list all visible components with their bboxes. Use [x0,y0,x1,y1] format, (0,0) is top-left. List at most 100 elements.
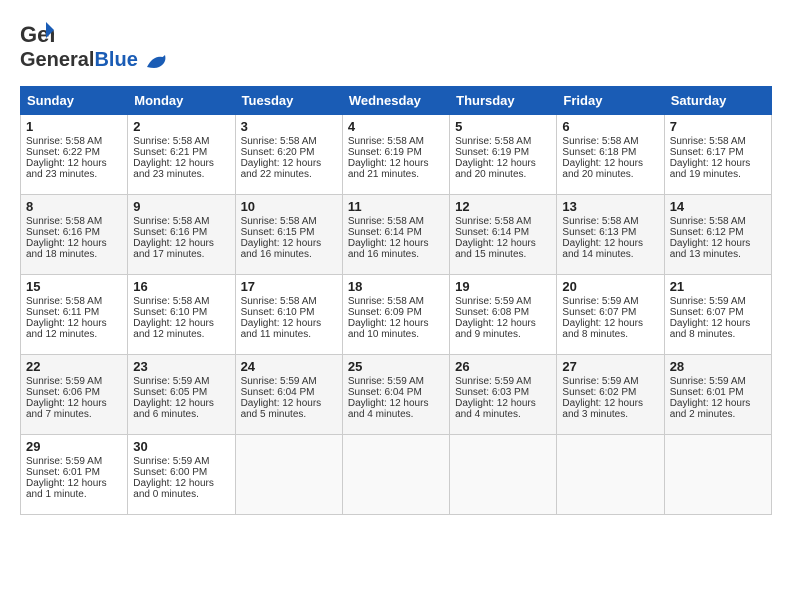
day-info: Sunset: 6:07 PM [562,307,658,318]
day-info: Sunset: 6:09 PM [348,307,444,318]
day-info: and 8 minutes. [562,329,658,340]
day-info: Daylight: 12 hours [455,238,551,249]
calendar-cell [342,435,449,515]
day-number: 16 [133,279,229,294]
day-number: 25 [348,359,444,374]
day-info: and 4 minutes. [455,409,551,420]
day-info: and 21 minutes. [348,169,444,180]
page-header: General GeneralBlue [20,20,772,70]
logo-general: General [20,49,94,71]
day-info: and 14 minutes. [562,249,658,260]
day-number: 3 [241,119,337,134]
day-number: 4 [348,119,444,134]
day-info: Sunset: 6:15 PM [241,227,337,238]
day-info: Sunset: 6:02 PM [562,387,658,398]
day-info: Daylight: 12 hours [241,158,337,169]
calendar-cell: 7Sunrise: 5:58 AMSunset: 6:17 PMDaylight… [664,115,771,195]
day-info: Sunrise: 5:58 AM [670,216,766,227]
day-info: Sunset: 6:03 PM [455,387,551,398]
day-info: Sunset: 6:00 PM [133,467,229,478]
day-info: Sunrise: 5:58 AM [133,296,229,307]
calendar-cell: 11Sunrise: 5:58 AMSunset: 6:14 PMDayligh… [342,195,449,275]
day-info: Sunrise: 5:58 AM [133,136,229,147]
col-header-wednesday: Wednesday [342,87,449,115]
day-info: Sunset: 6:10 PM [133,307,229,318]
day-info: and 9 minutes. [455,329,551,340]
day-info: and 23 minutes. [133,169,229,180]
day-info: Daylight: 12 hours [670,318,766,329]
day-info: Sunrise: 5:58 AM [562,216,658,227]
day-info: Sunrise: 5:59 AM [348,376,444,387]
day-number: 27 [562,359,658,374]
day-info: Sunset: 6:17 PM [670,147,766,158]
day-number: 10 [241,199,337,214]
day-info: Sunset: 6:05 PM [133,387,229,398]
day-info: Daylight: 12 hours [670,238,766,249]
calendar-cell: 1Sunrise: 5:58 AMSunset: 6:22 PMDaylight… [21,115,128,195]
day-info: Sunset: 6:01 PM [670,387,766,398]
calendar-cell: 25 Sunrise: 5:59 AMSunset: 6:04 PMDayligh… [342,355,449,435]
day-info: Daylight: 12 hours [562,158,658,169]
day-info: and 12 minutes. [133,329,229,340]
day-info: Daylight: 12 hours [348,398,444,409]
day-info: and 12 minutes. [26,329,122,340]
calendar-cell: 10Sunrise: 5:58 AMSunset: 6:15 PMDayligh… [235,195,342,275]
day-info: Sunrise: 5:58 AM [241,216,337,227]
day-info: and 11 minutes. [241,329,337,340]
day-info: Daylight: 12 hours [133,478,229,489]
calendar-cell [450,435,557,515]
calendar-cell: 26Sunrise: 5:59 AMSunset: 6:03 PMDayligh… [450,355,557,435]
day-info: and 6 minutes. [133,409,229,420]
day-info: Sunrise: 5:58 AM [455,136,551,147]
day-info: Sunset: 6:10 PM [241,307,337,318]
day-number: 24 [241,359,337,374]
day-info: Sunset: 6:04 PM [348,387,444,398]
week-row-2: 15Sunrise: 5:58 AMSunset: 6:11 PMDayligh… [21,275,772,355]
calendar-cell: 24Sunrise: 5:59 AMSunset: 6:04 PMDayligh… [235,355,342,435]
day-info: Daylight: 12 hours [26,398,122,409]
day-info: and 3 minutes. [562,409,658,420]
calendar-cell: 14Sunrise: 5:58 AMSunset: 6:12 PMDayligh… [664,195,771,275]
day-info: Sunrise: 5:58 AM [348,296,444,307]
day-info: Sunset: 6:08 PM [455,307,551,318]
day-number: 30 [133,439,229,454]
day-info: Sunrise: 5:59 AM [26,456,122,467]
col-header-saturday: Saturday [664,87,771,115]
day-number: 21 [670,279,766,294]
day-info: and 4 minutes. [348,409,444,420]
day-info: Daylight: 12 hours [562,318,658,329]
day-info: and 7 minutes. [26,409,122,420]
day-info: Sunset: 6:14 PM [455,227,551,238]
day-info: and 20 minutes. [455,169,551,180]
calendar-cell: 8Sunrise: 5:58 AMSunset: 6:16 PMDaylight… [21,195,128,275]
day-info: Daylight: 12 hours [348,158,444,169]
week-row-4: 29Sunrise: 5:59 AMSunset: 6:01 PMDayligh… [21,435,772,515]
day-info: and 15 minutes. [455,249,551,260]
day-info: Daylight: 12 hours [26,478,122,489]
calendar-cell [664,435,771,515]
calendar-cell: 22Sunrise: 5:59 AMSunset: 6:06 PMDayligh… [21,355,128,435]
col-header-tuesday: Tuesday [235,87,342,115]
day-info: Sunset: 6:12 PM [670,227,766,238]
day-info: Daylight: 12 hours [455,158,551,169]
day-info: Daylight: 12 hours [133,238,229,249]
day-info: Sunrise: 5:58 AM [670,136,766,147]
day-info: Sunset: 6:21 PM [133,147,229,158]
col-header-monday: Monday [128,87,235,115]
day-info: Sunset: 6:14 PM [348,227,444,238]
day-number: 29 [26,439,122,454]
day-info: Sunrise: 5:59 AM [133,376,229,387]
day-info: Daylight: 12 hours [455,318,551,329]
day-number: 17 [241,279,337,294]
day-info: and 19 minutes. [670,169,766,180]
day-info: and 22 minutes. [241,169,337,180]
day-info: Daylight: 12 hours [241,318,337,329]
day-info: Daylight: 12 hours [133,398,229,409]
day-info: Sunrise: 5:58 AM [241,296,337,307]
week-row-0: 1Sunrise: 5:58 AMSunset: 6:22 PMDaylight… [21,115,772,195]
day-info: and 10 minutes. [348,329,444,340]
day-info: and 16 minutes. [241,249,337,260]
day-number: 18 [348,279,444,294]
day-info: Daylight: 12 hours [348,238,444,249]
day-info: and 23 minutes. [26,169,122,180]
